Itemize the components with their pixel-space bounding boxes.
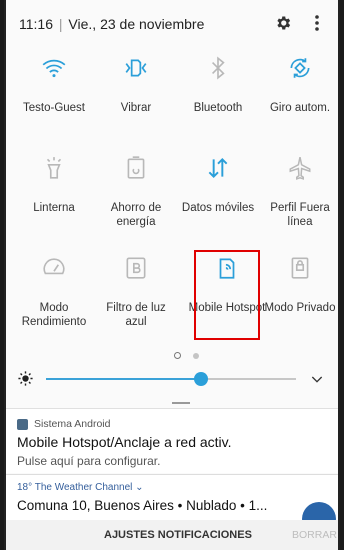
power-saving-icon — [127, 156, 145, 179]
vibrate-icon — [125, 59, 147, 77]
notification-body: Pulse aquí para configurar. — [17, 454, 161, 468]
tile-power-saving[interactable]: Ahorro de energía — [95, 155, 177, 229]
status-separator: | — [58, 16, 63, 32]
blue-light-filter-icon — [126, 257, 146, 279]
weather-title: Comuna 10, Buenos Aires • Nublado • 1... — [17, 498, 268, 513]
status-bar: 11:16 | Vie., 23 de noviembre — [6, 0, 338, 44]
status-date: Vie., 23 de noviembre — [68, 16, 205, 32]
drag-handle[interactable] — [172, 402, 190, 404]
notification-shade: 11:16 | Vie., 23 de noviembre Testo-Gues… — [4, 0, 340, 550]
weather-source: 18° The Weather Channel ⌄ — [17, 482, 144, 493]
tile-label: Modo Privado — [264, 302, 336, 314]
tile-flashlight[interactable]: Linterna — [13, 155, 95, 215]
mobile-data-icon — [208, 157, 228, 179]
tile-private-mode[interactable]: Modo Privado — [259, 255, 338, 315]
page-dot — [193, 353, 200, 359]
tile-label: Filtro de luz azul — [106, 302, 166, 328]
tile-airplane[interactable]: Perfil Fuera línea — [259, 155, 338, 229]
gear-icon[interactable] — [274, 14, 292, 32]
wifi-icon — [42, 59, 66, 78]
notification-settings-button[interactable]: AJUSTES NOTIFICACIONES — [104, 529, 252, 541]
more-vertical-icon[interactable] — [314, 14, 320, 32]
tile-mobile-data[interactable]: Datos móviles — [177, 155, 259, 215]
brightness-fill — [46, 378, 201, 380]
tile-label: Ahorro de energía — [110, 202, 162, 228]
notification-title: Mobile Hotspot/Anclaje a red activ. — [17, 434, 232, 450]
tile-label: Modo Rendimiento — [21, 302, 87, 328]
flashlight-icon — [46, 157, 62, 179]
tile-label: Vibrar — [120, 102, 152, 114]
status-time: 11:16 — [19, 16, 53, 32]
speedometer-icon — [43, 258, 65, 275]
tile-label: Testo-Guest — [23, 102, 85, 114]
auto-rotate-icon — [290, 58, 310, 78]
tile-label: Bluetooth — [193, 102, 243, 114]
tile-label: Linterna — [33, 202, 75, 214]
tile-blue-light-filter[interactable]: Filtro de luz azul — [95, 255, 177, 329]
bluetooth-icon — [212, 56, 225, 80]
notification-app-row: Sistema Android — [17, 418, 110, 430]
tile-label: Perfil Fuera línea — [270, 202, 330, 228]
tile-label: Giro autom. — [269, 102, 331, 114]
tile-performance-mode[interactable]: Modo Rendimiento — [13, 255, 95, 329]
clear-button[interactable]: BORRAR — [292, 529, 337, 541]
notification-app-name: Sistema Android — [34, 418, 111, 430]
airplane-icon — [289, 157, 311, 180]
tile-label: Datos móviles — [181, 202, 255, 214]
brightness-icon — [18, 371, 33, 386]
brightness-slider-thumb[interactable] — [194, 372, 208, 386]
page-dot-active — [174, 352, 181, 359]
private-mode-icon — [291, 257, 309, 279]
highlight-box — [194, 250, 260, 340]
tile-vibrate[interactable]: Vibrar — [95, 55, 177, 115]
page-indicator — [170, 346, 203, 364]
android-system-icon — [17, 418, 28, 430]
tile-wifi[interactable]: Testo-Guest — [13, 55, 95, 115]
chevron-down-icon[interactable] — [309, 371, 325, 387]
tile-bluetooth[interactable]: Bluetooth — [177, 55, 259, 115]
status-time-date: 11:16 | Vie., 23 de noviembre — [19, 16, 204, 32]
tile-auto-rotate[interactable]: Giro autom. — [259, 55, 338, 115]
